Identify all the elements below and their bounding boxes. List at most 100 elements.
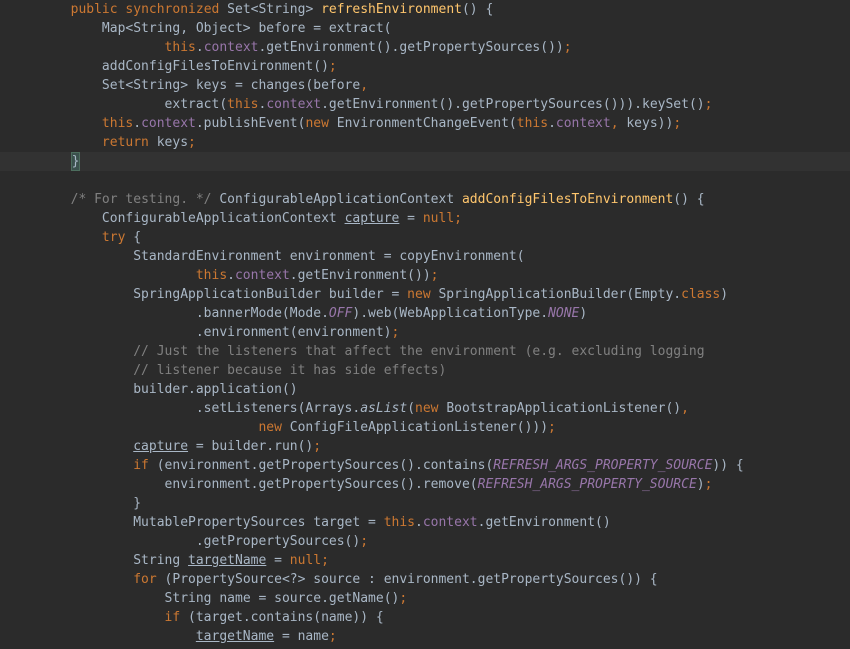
code-token: environment.getPropertySources().remove( (165, 477, 478, 492)
code-line[interactable]: // listener because it has side effects) (0, 361, 850, 380)
code-token: StandardEnvironment environment = copyEn… (133, 249, 524, 264)
code-token: . (133, 116, 141, 131)
code-line[interactable]: .bannerMode(Mode.OFF).web(WebApplication… (0, 304, 850, 323)
code-token: .bannerMode(Mode. (196, 306, 329, 321)
code-token: ) (720, 287, 728, 302)
code-line[interactable]: .setListeners(Arrays.asList(new Bootstra… (0, 399, 850, 418)
code-token: .environment(environment) (196, 325, 392, 340)
code-token: String name = source.getName() (165, 591, 400, 606)
code-token: ; (360, 534, 368, 549)
code-line[interactable]: this.context.publishEvent(new Environmen… (0, 114, 850, 133)
code-line[interactable]: ConfigurableApplicationContext capture =… (0, 209, 850, 228)
code-token: new (305, 116, 336, 131)
code-token: refreshEnvironment (321, 2, 462, 17)
code-line[interactable]: if (target.contains(name)) { (0, 608, 850, 627)
code-token: () { (462, 2, 493, 17)
code-line[interactable]: SpringApplicationBuilder builder = new S… (0, 285, 850, 304)
code-line[interactable]: new ConfigFileApplicationListener())); (0, 418, 850, 437)
code-line[interactable]: for (PropertySource<?> source : environm… (0, 570, 850, 589)
code-token: .getEnvironment()) (290, 268, 431, 283)
code-token: capture (345, 211, 400, 226)
code-line[interactable]: if (environment.getPropertySources().con… (0, 456, 850, 475)
code-token: Set<String> (227, 2, 321, 17)
code-token: extract( (165, 97, 228, 112)
code-editor[interactable]: public synchronized Set<String> refreshE… (0, 0, 850, 646)
code-line[interactable]: return keys; (0, 133, 850, 152)
code-token: ConfigurableApplicationContext (212, 192, 462, 207)
code-token: String (133, 553, 188, 568)
code-line[interactable]: targetName = name; (0, 627, 850, 646)
code-token: ConfigurableApplicationContext (102, 211, 345, 226)
code-token: ) (697, 477, 705, 492)
code-token: Map<String, Object> before = extract( (102, 21, 392, 36)
code-token: return (102, 135, 157, 150)
code-token: new (415, 401, 446, 416)
code-token: ; (705, 477, 713, 492)
code-token: = name (274, 629, 329, 644)
code-token: ; (188, 135, 196, 150)
code-token: addConfigFilesToEnvironment() (102, 59, 329, 74)
code-token: ; (329, 59, 337, 74)
code-token: () { (673, 192, 704, 207)
code-line[interactable]: } (0, 494, 850, 513)
code-line[interactable]: String name = source.getName(); (0, 589, 850, 608)
code-token: ConfigFileApplicationListener())) (290, 420, 548, 435)
code-line[interactable] (0, 171, 850, 190)
code-line[interactable]: .getPropertySources(); (0, 532, 850, 551)
code-token: this (102, 116, 133, 131)
code-token: if (133, 458, 156, 473)
code-token: this (165, 40, 196, 55)
code-token: . (415, 515, 423, 530)
code-token: . (227, 268, 235, 283)
code-token: this (227, 97, 258, 112)
code-token: REFRESH_ARGS_PROPERTY_SOURCE (493, 458, 712, 473)
code-token: .setListeners(Arrays. (196, 401, 360, 416)
code-token: MutablePropertySources target = (133, 515, 383, 530)
code-line[interactable]: this.context.getEnvironment().getPropert… (0, 38, 850, 57)
code-line[interactable]: // Just the listeners that affect the en… (0, 342, 850, 361)
code-token: asList (360, 401, 407, 416)
code-token: keys (157, 135, 188, 150)
code-token: public (71, 2, 126, 17)
code-line[interactable]: .environment(environment); (0, 323, 850, 342)
code-line[interactable]: extract(this.context.getEnvironment().ge… (0, 95, 850, 114)
code-token: new (407, 287, 438, 302)
code-line[interactable]: String targetName = null; (0, 551, 850, 570)
code-token: ; (313, 439, 321, 454)
code-token: synchronized (125, 2, 227, 17)
code-token: new (258, 420, 289, 435)
code-token: , (360, 78, 368, 93)
code-line[interactable]: capture = builder.run(); (0, 437, 850, 456)
code-token: ; (431, 268, 439, 283)
code-line[interactable]: Map<String, Object> before = extract( (0, 19, 850, 38)
code-token: } (133, 496, 141, 511)
code-line[interactable]: /* For testing. */ ConfigurableApplicati… (0, 190, 850, 209)
code-token: ; (564, 40, 572, 55)
code-line[interactable]: StandardEnvironment environment = copyEn… (0, 247, 850, 266)
code-line[interactable]: try { (0, 228, 850, 247)
code-token: = (399, 211, 422, 226)
code-line[interactable]: builder.application() (0, 380, 850, 399)
code-token: context (204, 40, 259, 55)
code-token: context (423, 515, 478, 530)
code-line[interactable]: this.context.getEnvironment()); (0, 266, 850, 285)
code-token: ) (579, 306, 587, 321)
code-token: ; (399, 591, 407, 606)
code-token: null; (290, 553, 329, 568)
code-line[interactable]: environment.getPropertySources().remove(… (0, 475, 850, 494)
code-token: (target.contains(name)) { (188, 610, 384, 625)
code-line[interactable]: Set<String> keys = changes(before, (0, 76, 850, 95)
code-token: .getEnvironment() (478, 515, 611, 530)
code-line[interactable]: MutablePropertySources target = this.con… (0, 513, 850, 532)
code-token: REFRESH_ARGS_PROPERTY_SOURCE (478, 477, 697, 492)
code-token: keys)) (626, 116, 673, 131)
code-token: NONE (548, 306, 579, 321)
code-line[interactable]: addConfigFilesToEnvironment(); (0, 57, 850, 76)
code-token: ; (705, 97, 713, 112)
code-token: = (266, 553, 289, 568)
code-token: BootstrapApplicationListener() (446, 401, 681, 416)
code-line[interactable]: } (0, 152, 850, 171)
code-token: .getEnvironment().getPropertySources()))… (321, 97, 705, 112)
code-line[interactable]: public synchronized Set<String> refreshE… (0, 0, 850, 19)
code-token: ; (673, 116, 681, 131)
